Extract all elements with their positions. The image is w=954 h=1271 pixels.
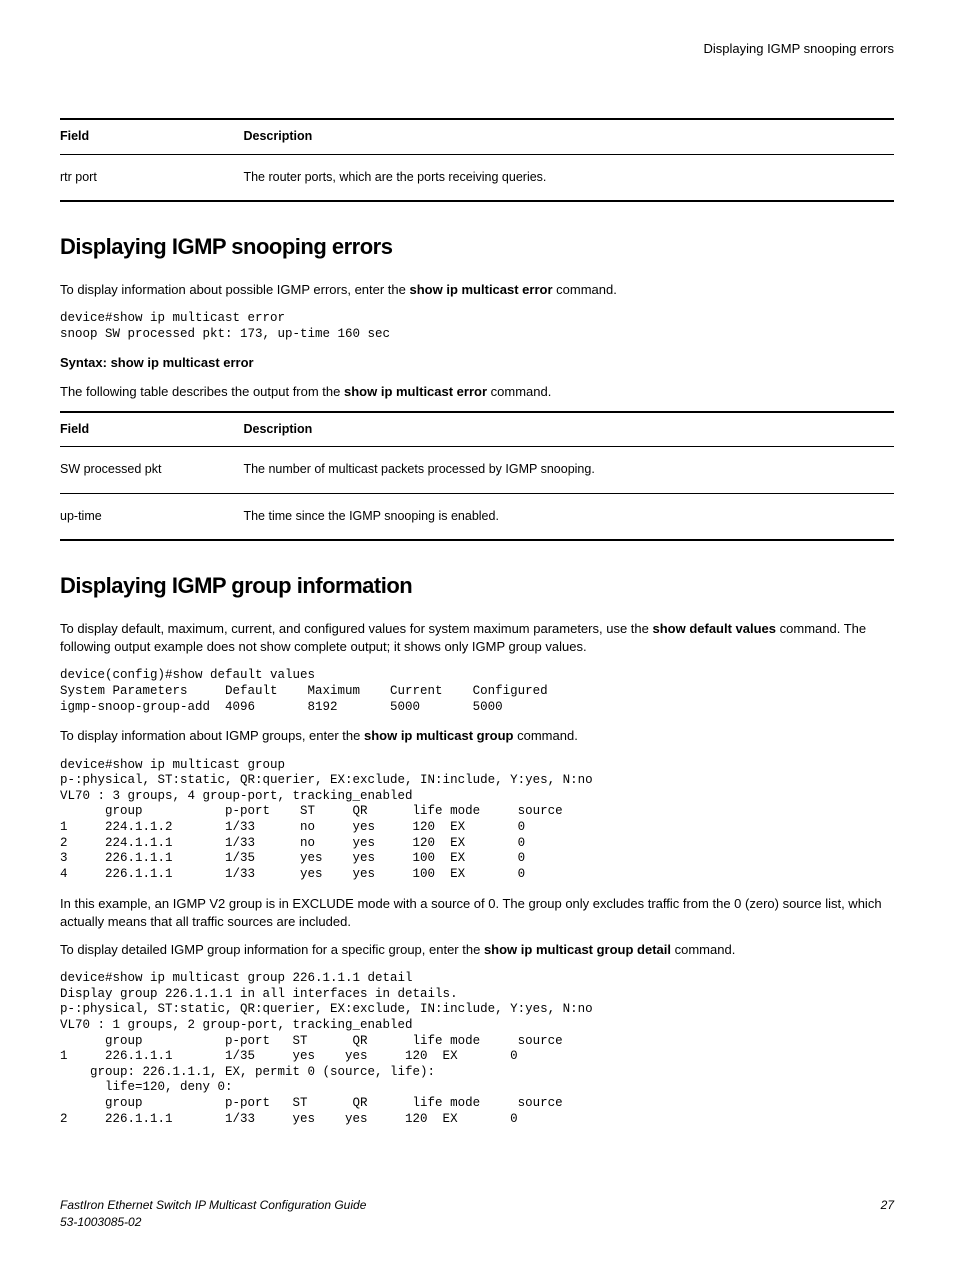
table1-field: rtr port <box>60 154 243 201</box>
code-block-3: device#show ip multicast group p-:physic… <box>60 758 894 883</box>
text: command. <box>514 728 578 743</box>
section1-p2: The following table describes the output… <box>60 383 894 401</box>
command-name: show ip multicast error <box>410 282 553 297</box>
page-number: 27 <box>881 1197 894 1231</box>
table2-r2-desc: The time since the IGMP snooping is enab… <box>243 493 894 540</box>
page-header: Displaying IGMP snooping errors <box>60 40 894 58</box>
table2-r2-field: up-time <box>60 493 243 540</box>
section1-p1: To display information about possible IG… <box>60 281 894 299</box>
code-block-4: device#show ip multicast group 226.1.1.1… <box>60 971 894 1127</box>
section2-p3: In this example, an IGMP V2 group is in … <box>60 895 894 931</box>
text: To display information about possible IG… <box>60 282 410 297</box>
field-table-2: Field Description SW processed pkt The n… <box>60 411 894 542</box>
text: To display information about IGMP groups… <box>60 728 364 743</box>
footer-left: FastIron Ethernet Switch IP Multicast Co… <box>60 1197 366 1231</box>
table2-header-desc: Description <box>243 412 894 447</box>
text: The following table describes the output… <box>60 384 344 399</box>
table2-r1-field: SW processed pkt <box>60 447 243 494</box>
section2-p4: To display detailed IGMP group informati… <box>60 941 894 959</box>
text: command. <box>553 282 617 297</box>
section1-heading: Displaying IGMP snooping errors <box>60 232 894 263</box>
doc-number: 53-1003085-02 <box>60 1214 366 1231</box>
field-table-1: Field Description rtr port The router po… <box>60 118 894 202</box>
section2-heading: Displaying IGMP group information <box>60 571 894 602</box>
table1-header-field: Field <box>60 119 243 154</box>
command-name: show ip multicast error <box>344 384 487 399</box>
page-footer: FastIron Ethernet Switch IP Multicast Co… <box>60 1197 894 1231</box>
table2-r1-desc: The number of multicast packets processe… <box>243 447 894 494</box>
command-name: show ip multicast group detail <box>484 942 671 957</box>
text: To display default, maximum, current, an… <box>60 621 652 636</box>
code-block-1: device#show ip multicast error snoop SW … <box>60 311 894 342</box>
text: To display detailed IGMP group informati… <box>60 942 484 957</box>
table1-header-desc: Description <box>243 119 894 154</box>
table1-desc: The router ports, which are the ports re… <box>243 154 894 201</box>
command-name: show ip multicast group <box>364 728 514 743</box>
section2-p1: To display default, maximum, current, an… <box>60 620 894 656</box>
syntax-line: Syntax: show ip multicast error <box>60 354 894 372</box>
code-block-2: device(config)#show default values Syste… <box>60 668 894 715</box>
command-name: show default values <box>652 621 776 636</box>
text: command. <box>487 384 551 399</box>
section2-p2: To display information about IGMP groups… <box>60 727 894 745</box>
text: command. <box>671 942 735 957</box>
table2-header-field: Field <box>60 412 243 447</box>
doc-title: FastIron Ethernet Switch IP Multicast Co… <box>60 1197 366 1214</box>
